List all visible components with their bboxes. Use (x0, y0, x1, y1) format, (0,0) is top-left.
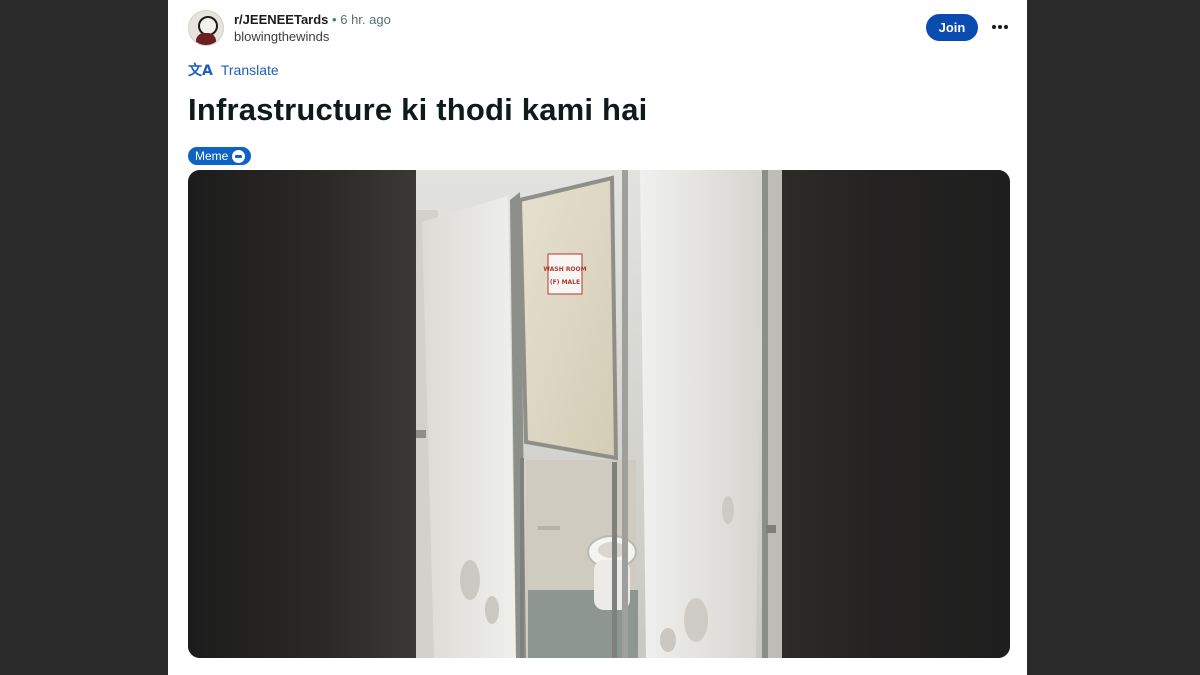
translate-icon: 文A (188, 63, 213, 79)
author-name[interactable]: blowingthewinds (234, 28, 391, 45)
post-meta: r/JEENEETards • 6 hr. ago blowingthewind… (234, 11, 391, 45)
avatar-body-shape (196, 33, 216, 45)
post-flair[interactable]: Meme (188, 147, 252, 165)
door-sign-line2: (F) MALE (550, 279, 580, 286)
more-options-icon[interactable] (986, 16, 1014, 38)
ellipsis-icon (992, 25, 1008, 29)
washroom-photo-illustration: WASH ROOM (F) MALE (416, 170, 782, 658)
post-title[interactable]: Infrastructure ki thodi kami hai (188, 92, 647, 128)
meta-separator: • (332, 12, 337, 27)
subreddit-name[interactable]: r/JEENEETards (234, 12, 328, 27)
post-image-container[interactable]: WASH ROOM (F) MALE (188, 170, 1010, 658)
page-background-left (0, 0, 168, 675)
page-background-right (1027, 0, 1200, 675)
translate-label: Translate (220, 62, 279, 78)
translate-link[interactable]: 文A Translate (188, 60, 279, 80)
subreddit-avatar[interactable] (188, 10, 224, 46)
post-card: r/JEENEETards • 6 hr. ago blowingthewind… (168, 0, 1027, 675)
door-sign-line1: WASH ROOM (543, 266, 586, 273)
post-header: r/JEENEETards • 6 hr. ago blowingthewind… (188, 10, 391, 46)
flair-label: Meme (195, 149, 229, 163)
image-blur-backdrop-left (188, 170, 416, 658)
post-image[interactable]: WASH ROOM (F) MALE (416, 170, 782, 658)
post-time: 6 hr. ago (340, 12, 391, 27)
image-blur-backdrop-right (782, 170, 1010, 658)
post-meta-top: r/JEENEETards • 6 hr. ago (234, 11, 391, 28)
flair-emoji-icon (232, 149, 246, 163)
join-button[interactable]: Join (926, 14, 978, 41)
